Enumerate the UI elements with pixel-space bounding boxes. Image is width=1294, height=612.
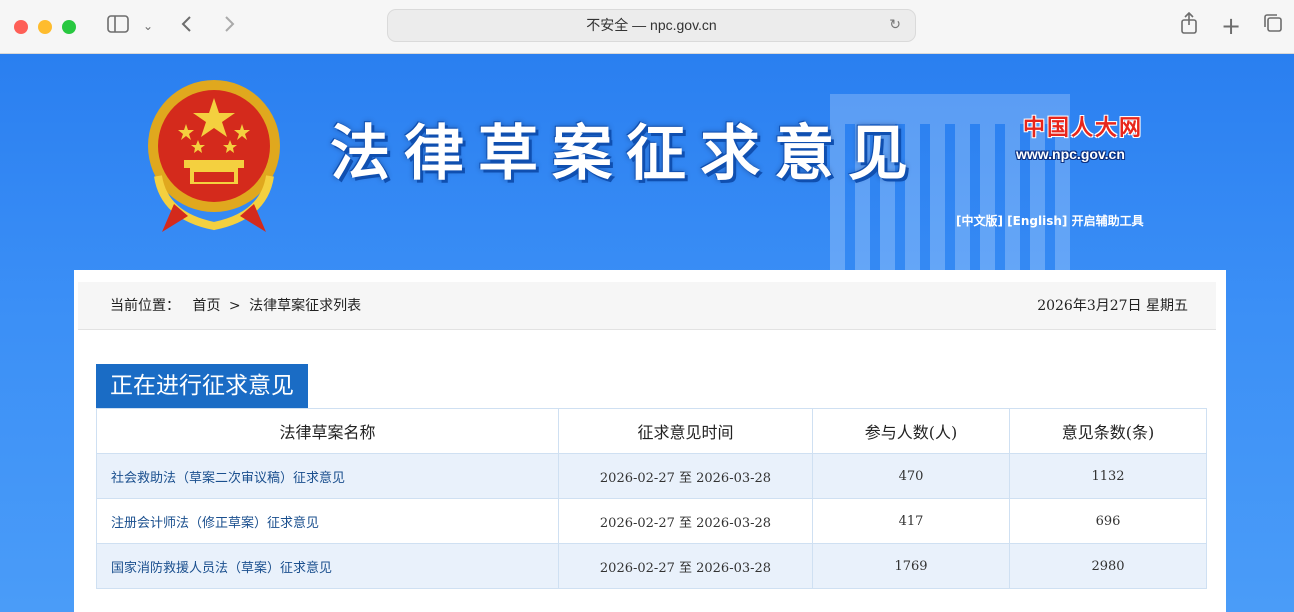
period-cell: 2026-02-27 至 2026-03-28	[558, 543, 813, 589]
column-header-comments: 意见条数(条)	[1009, 408, 1207, 454]
table-row: 社会救助法（草案二次审议稿）征求意见 2026-02-27 至 2026-03-…	[96, 453, 1207, 499]
new-tab-icon[interactable]: +	[1220, 12, 1242, 40]
lang-chinese-link[interactable]: [中文版]	[956, 214, 1003, 228]
current-date: 2026年3月27日 星期五	[1037, 298, 1188, 314]
column-header-participants: 参与人数(人)	[812, 408, 1010, 454]
reload-icon[interactable]: ↻	[889, 10, 901, 41]
breadcrumb-separator: >	[228, 298, 241, 314]
comments-cell: 2980	[1009, 543, 1207, 589]
language-links: [中文版] [English] 开启辅助工具	[956, 212, 1144, 229]
section-heading: 正在进行征求意见	[96, 364, 308, 408]
accessibility-tools-link[interactable]: 开启辅助工具	[1072, 214, 1144, 228]
drafts-table: 法律草案名称 征求意见时间 参与人数(人) 意见条数(条) 社会救助法（草案二次…	[96, 408, 1207, 589]
address-bar-text[interactable]: 不安全 — npc.gov.cn	[388, 10, 915, 41]
table-row: 注册会计师法（修正草案）征求意见 2026-02-27 至 2026-03-28…	[96, 498, 1207, 544]
breadcrumb-current[interactable]: 法律草案征求列表	[249, 298, 361, 314]
chevron-down-icon[interactable]: ⌄	[140, 12, 156, 40]
minimize-window-button[interactable]	[38, 20, 52, 34]
page-banner-title: 法律草案征求意见	[330, 119, 922, 189]
comments-cell: 1132	[1009, 453, 1207, 499]
back-icon[interactable]	[176, 12, 196, 40]
draft-link[interactable]: 社会救助法（草案二次审议稿）征求意见	[111, 471, 345, 486]
column-header-name: 法律草案名称	[96, 408, 559, 454]
site-banner: 法律草案征求意见 中国人大网 www.npc.gov.cn [中文版] [Eng…	[0, 54, 1294, 612]
sidebar-toggle-icon[interactable]	[106, 12, 130, 40]
breadcrumb-bar: 当前位置： 首页 > 法律草案征求列表 2026年3月27日 星期五	[78, 282, 1216, 330]
national-emblem-icon	[148, 80, 280, 232]
draft-name-cell: 国家消防救援人员法（草案）征求意见	[96, 543, 559, 589]
period-cell: 2026-02-27 至 2026-03-28	[558, 498, 813, 544]
zoom-window-button[interactable]	[62, 20, 76, 34]
breadcrumb-prefix: 当前位置：	[110, 298, 180, 314]
tab-overview-icon[interactable]	[1262, 12, 1284, 40]
column-header-period: 征求意见时间	[558, 408, 813, 454]
site-logo-text[interactable]: 中国人大网	[1023, 110, 1143, 142]
browser-toolbar: ⌄ 不安全 — npc.gov.cn ↻ +	[0, 0, 1294, 54]
breadcrumb: 当前位置： 首页 > 法律草案征求列表	[110, 282, 361, 330]
breadcrumb-home-link[interactable]: 首页	[192, 298, 220, 314]
period-cell: 2026-02-27 至 2026-03-28	[558, 453, 813, 499]
content-panel: 当前位置： 首页 > 法律草案征求列表 2026年3月27日 星期五 正在进行征…	[74, 270, 1226, 612]
address-bar[interactable]: 不安全 — npc.gov.cn ↻	[387, 9, 916, 42]
share-icon[interactable]	[1178, 11, 1200, 40]
participants-cell: 470	[812, 453, 1010, 499]
comments-cell: 696	[1009, 498, 1207, 544]
close-window-button[interactable]	[14, 20, 28, 34]
draft-link[interactable]: 注册会计师法（修正草案）征求意见	[111, 516, 319, 531]
participants-cell: 417	[812, 498, 1010, 544]
draft-name-cell: 注册会计师法（修正草案）征求意见	[96, 498, 559, 544]
lang-english-link[interactable]: [English]	[1007, 214, 1067, 228]
table-header-row: 法律草案名称 征求意见时间 参与人数(人) 意见条数(条)	[96, 408, 1207, 454]
forward-icon[interactable]	[220, 12, 240, 40]
site-url-text[interactable]: www.npc.gov.cn	[1016, 146, 1125, 162]
draft-name-cell: 社会救助法（草案二次审议稿）征求意见	[96, 453, 559, 499]
draft-link[interactable]: 国家消防救援人员法（草案）征求意见	[111, 561, 332, 576]
table-row: 国家消防救援人员法（草案）征求意见 2026-02-27 至 2026-03-2…	[96, 543, 1207, 589]
participants-cell: 1769	[812, 543, 1010, 589]
